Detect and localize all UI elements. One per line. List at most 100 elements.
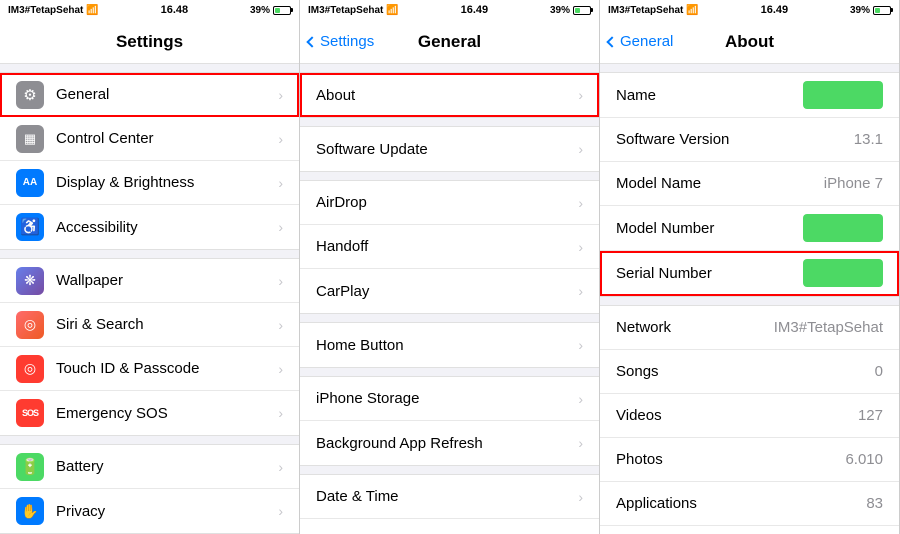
row-control-center[interactable]: ▦ Control Center ›: [0, 117, 299, 161]
battery-pct-2: 39%: [550, 5, 570, 16]
group-datetime: Date & Time › Keyboard ›: [300, 474, 599, 534]
network-label: Network: [616, 319, 774, 336]
wifi-icon-1: 📶: [86, 5, 98, 16]
name-label: Name: [616, 87, 803, 104]
songs-value: 0: [875, 363, 883, 380]
sos-label: Emergency SOS: [56, 405, 278, 422]
nav-title-1: Settings: [116, 32, 183, 52]
nav-title-3: About: [725, 32, 774, 52]
background-refresh-chevron: ›: [578, 435, 583, 451]
model-name-value: iPhone 7: [824, 175, 883, 192]
row-songs: Songs 0: [600, 350, 899, 394]
row-home-button[interactable]: Home Button ›: [300, 323, 599, 367]
row-software-update[interactable]: Software Update ›: [300, 127, 599, 171]
row-photos: Photos 6.010: [600, 438, 899, 482]
about-chevron: ›: [578, 87, 583, 103]
sw-version-value: 13.1: [854, 131, 883, 148]
control-center-chevron: ›: [278, 131, 283, 147]
date-time-label: Date & Time: [316, 488, 578, 505]
status-bar-3: IM3#TetapSehat 📶 16.49 39%: [600, 0, 899, 20]
panel-about: IM3#TetapSehat 📶 16.49 39% General About…: [600, 0, 900, 534]
panel-general: IM3#TetapSehat 📶 16.49 39% Settings Gene…: [300, 0, 600, 534]
row-date-time[interactable]: Date & Time ›: [300, 475, 599, 519]
control-center-label: Control Center: [56, 130, 278, 147]
touchid-chevron: ›: [278, 361, 283, 377]
row-handoff[interactable]: Handoff ›: [300, 225, 599, 269]
iphone-storage-chevron: ›: [578, 391, 583, 407]
panel-settings: IM3#TetapSehat 📶 16.48 39% Settings ⚙ Ge…: [0, 0, 300, 534]
carrier-2: IM3#TetapSehat: [308, 5, 383, 16]
group-storage: iPhone Storage › Background App Refresh …: [300, 376, 599, 466]
row-airdrop[interactable]: AirDrop ›: [300, 181, 599, 225]
battery-pct-1: 39%: [250, 5, 270, 16]
applications-label: Applications: [616, 495, 866, 512]
privacy-icon: ✋: [16, 497, 44, 525]
group-about: About ›: [300, 72, 599, 118]
general-chevron: ›: [278, 87, 283, 103]
settings-list-1: ⚙ General › ▦ Control Center › AA Displa…: [0, 64, 299, 534]
row-model-name: Model Name iPhone 7: [600, 162, 899, 206]
group-airdrop: AirDrop › Handoff › CarPlay ›: [300, 180, 599, 314]
touchid-label: Touch ID & Passcode: [56, 360, 278, 377]
battery-icon-row: 🔋: [16, 453, 44, 481]
battery-label: Battery: [56, 458, 278, 475]
iphone-storage-label: iPhone Storage: [316, 390, 578, 407]
siri-label: Siri & Search: [56, 316, 278, 333]
battery-icon-2: [573, 6, 591, 15]
carplay-label: CarPlay: [316, 283, 578, 300]
back-button-2[interactable]: Settings: [308, 33, 374, 50]
group-home: Home Button ›: [300, 322, 599, 368]
row-wallpaper[interactable]: ❋ Wallpaper ›: [0, 259, 299, 303]
row-name: Name: [600, 73, 899, 118]
background-refresh-label: Background App Refresh: [316, 435, 578, 452]
row-carplay[interactable]: CarPlay ›: [300, 269, 599, 313]
privacy-chevron: ›: [278, 503, 283, 519]
row-touchid[interactable]: ◎ Touch ID & Passcode ›: [0, 347, 299, 391]
model-number-value: [803, 214, 883, 242]
battery-icon-1: [273, 6, 291, 15]
display-chevron: ›: [278, 175, 283, 191]
carplay-chevron: ›: [578, 283, 583, 299]
date-time-chevron: ›: [578, 489, 583, 505]
carrier-1: IM3#TetapSehat: [8, 5, 83, 16]
nav-bar-3: General About: [600, 20, 899, 64]
row-sos[interactable]: SOS Emergency SOS ›: [0, 391, 299, 435]
row-iphone-storage[interactable]: iPhone Storage ›: [300, 377, 599, 421]
row-siri[interactable]: ◎ Siri & Search ›: [0, 303, 299, 347]
status-right-1: 39%: [250, 5, 291, 16]
general-icon: ⚙: [16, 81, 44, 109]
row-accessibility[interactable]: ♿ Accessibility ›: [0, 205, 299, 249]
status-left-1: IM3#TetapSehat 📶: [8, 5, 99, 16]
songs-label: Songs: [616, 363, 875, 380]
software-update-chevron: ›: [578, 141, 583, 157]
time-2: 16.49: [461, 4, 489, 16]
name-value: [803, 81, 883, 109]
row-about[interactable]: About ›: [300, 73, 599, 117]
touchid-icon: ◎: [16, 355, 44, 383]
display-icon: AA: [16, 169, 44, 197]
wallpaper-icon: ❋: [16, 267, 44, 295]
row-model-number: Model Number: [600, 206, 899, 251]
back-button-3[interactable]: General: [608, 33, 673, 50]
wallpaper-chevron: ›: [278, 273, 283, 289]
row-privacy[interactable]: ✋ Privacy ›: [0, 489, 299, 533]
row-videos: Videos 127: [600, 394, 899, 438]
photos-label: Photos: [616, 451, 845, 468]
row-general[interactable]: ⚙ General ›: [0, 73, 299, 117]
row-keyboard[interactable]: Keyboard ›: [300, 519, 599, 534]
row-background-refresh[interactable]: Background App Refresh ›: [300, 421, 599, 465]
accessibility-chevron: ›: [278, 219, 283, 235]
about-label: About: [316, 87, 578, 104]
row-network: Network IM3#TetapSehat: [600, 306, 899, 350]
wifi-icon-3: 📶: [686, 5, 698, 16]
privacy-label: Privacy: [56, 503, 278, 520]
row-battery[interactable]: 🔋 Battery ›: [0, 445, 299, 489]
status-right-2: 39%: [550, 5, 591, 16]
group-software: Software Update ›: [300, 126, 599, 172]
row-display[interactable]: AA Display & Brightness ›: [0, 161, 299, 205]
siri-icon: ◎: [16, 311, 44, 339]
status-right-3: 39%: [850, 5, 891, 16]
serial-number-value: [803, 259, 883, 287]
group-network: Network IM3#TetapSehat Songs 0 Videos 12…: [600, 305, 899, 534]
time-1: 16.48: [161, 4, 189, 16]
